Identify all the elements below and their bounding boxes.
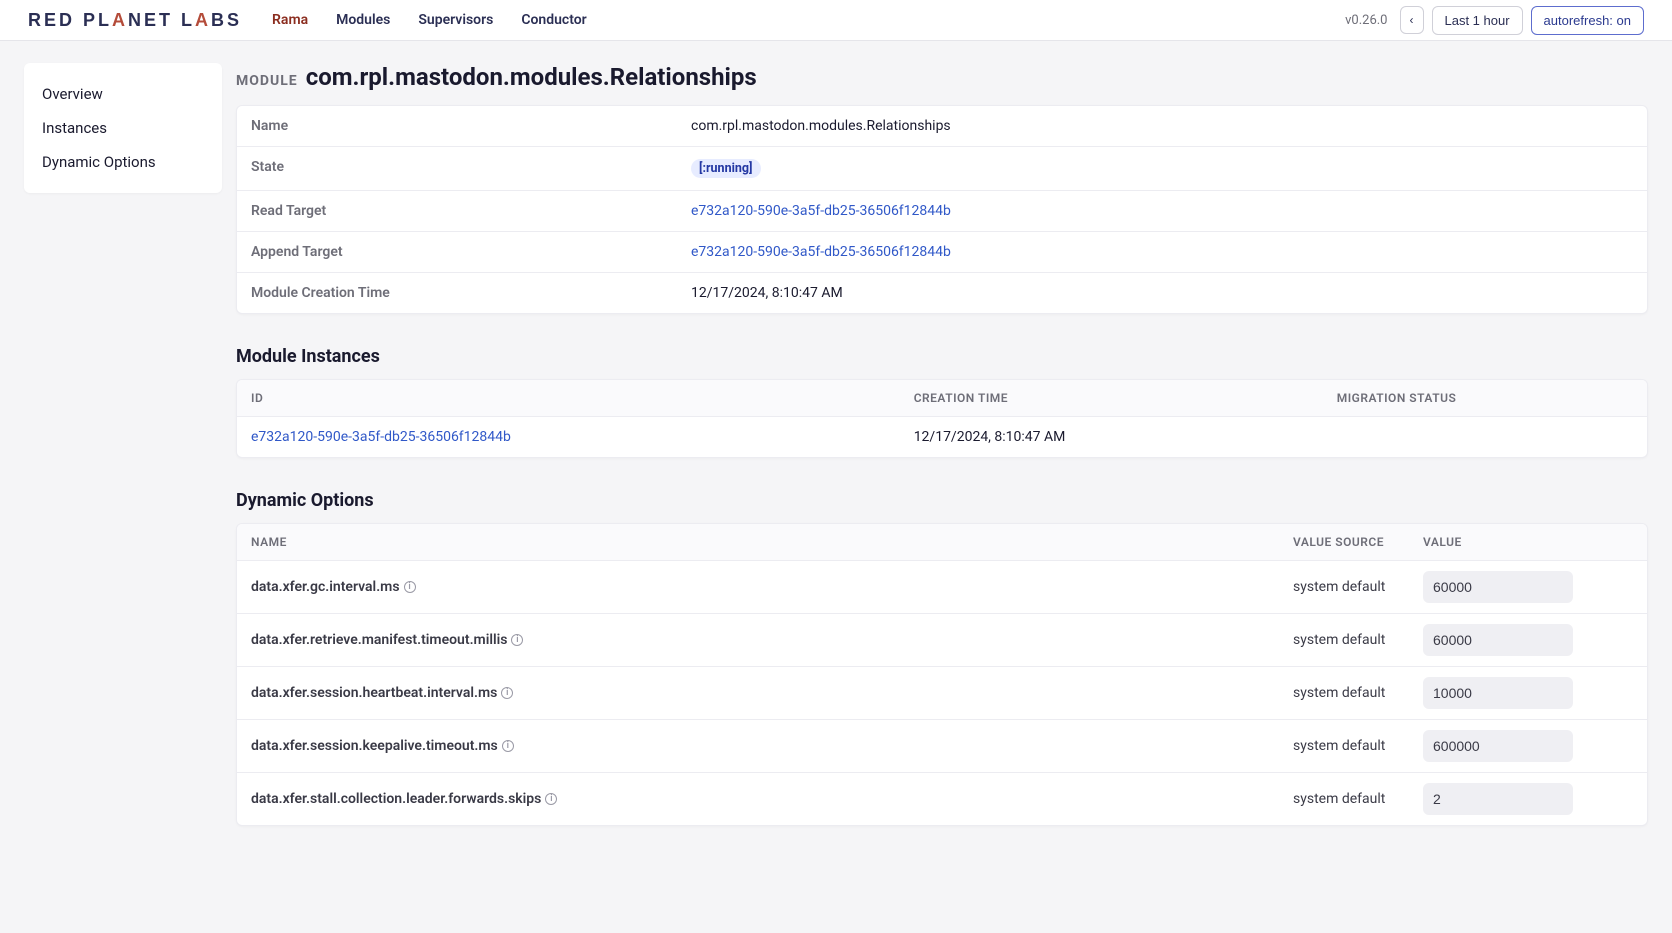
option-row: data.xfer.session.heartbeat.interval.msi… (237, 666, 1647, 719)
option-value-cell (1423, 783, 1633, 815)
kv-value: com.rpl.mastodon.modules.Relationships (677, 106, 1647, 146)
kv-key: Module Creation Time (237, 273, 677, 313)
options-col-value: VALUE (1423, 535, 1633, 549)
instances-table: ID CREATION TIME MIGRATION STATUS e732a1… (237, 380, 1647, 457)
kv-value: [:running] (677, 147, 1647, 190)
info-icon[interactable]: i (502, 740, 514, 752)
instances-card: ID CREATION TIME MIGRATION STATUS e732a1… (236, 379, 1648, 458)
kv-row: Module Creation Time12/17/2024, 8:10:47 … (237, 272, 1647, 313)
option-name: data.xfer.session.keepalive.timeout.msi (251, 738, 1283, 754)
options-col-name: NAME (251, 535, 1283, 549)
instances-col-created: CREATION TIME (900, 380, 1323, 417)
kv-row: Append Target e732a120-590e-3a5f-db25-365… (237, 231, 1647, 272)
autorefresh-toggle[interactable]: autorefresh: on (1531, 6, 1644, 35)
kv-key: Name (237, 106, 677, 146)
nav-conductor[interactable]: Conductor (521, 12, 586, 28)
option-value-input[interactable] (1423, 783, 1573, 815)
kv-key: Append Target (237, 232, 677, 272)
options-heading: Dynamic Options (236, 490, 1648, 511)
topbar: RED PLANET LABS Rama Modules Supervisors… (0, 0, 1672, 41)
option-source: system default (1293, 685, 1413, 701)
kv-link[interactable]: e732a120-590e-3a5f-db25-36506f12844b (691, 203, 951, 219)
instance-id-link[interactable]: e732a120-590e-3a5f-db25-36506f12844b (251, 429, 511, 445)
options-header-row: NAME VALUE SOURCE VALUE (237, 524, 1647, 560)
sidebar: Overview Instances Dynamic Options (24, 63, 222, 193)
instances-heading: Module Instances (236, 346, 1648, 367)
page-title-kicker: MODULE (236, 73, 298, 89)
option-value-cell (1423, 677, 1633, 709)
option-value-cell (1423, 730, 1633, 762)
cell-created: 12/17/2024, 8:10:47 AM (900, 417, 1323, 458)
option-name: data.xfer.retrieve.manifest.timeout.mill… (251, 632, 1283, 648)
state-badge: [:running] (691, 159, 761, 178)
main-nav: Rama Modules Supervisors Conductor (272, 12, 587, 28)
main-content: MODULE com.rpl.mastodon.modules.Relation… (236, 63, 1648, 858)
page-title: MODULE com.rpl.mastodon.modules.Relation… (236, 63, 1648, 91)
kv-value: 12/17/2024, 8:10:47 AM (677, 273, 1647, 313)
page-title-text: com.rpl.mastodon.modules.Relationships (306, 63, 757, 91)
option-name: data.xfer.stall.collection.leader.forwar… (251, 791, 1283, 807)
option-value-input[interactable] (1423, 677, 1573, 709)
sidebar-item-overview[interactable]: Overview (24, 77, 222, 111)
options-card: NAME VALUE SOURCE VALUE data.xfer.gc.int… (236, 523, 1648, 826)
options-col-source: VALUE SOURCE (1293, 535, 1413, 549)
sidebar-item-instances[interactable]: Instances (24, 111, 222, 145)
nav-supervisors[interactable]: Supervisors (418, 12, 493, 28)
option-source: system default (1293, 791, 1413, 807)
option-row: data.xfer.retrieve.manifest.timeout.mill… (237, 613, 1647, 666)
page-body: Overview Instances Dynamic Options MODUL… (0, 41, 1672, 898)
option-value-cell (1423, 624, 1633, 656)
option-row: data.xfer.gc.interval.msi system default (237, 560, 1647, 613)
option-name: data.xfer.session.heartbeat.interval.msi (251, 685, 1283, 701)
nav-rama[interactable]: Rama (272, 12, 308, 28)
info-icon[interactable]: i (511, 634, 523, 646)
time-range-prev-button[interactable]: ‹ (1400, 6, 1424, 34)
kv-value: e732a120-590e-3a5f-db25-36506f12844b (677, 232, 1647, 272)
kv-value: e732a120-590e-3a5f-db25-36506f12844b (677, 191, 1647, 231)
kv-row: State [:running] (237, 146, 1647, 190)
kv-key: Read Target (237, 191, 677, 231)
kv-row: Read Target e732a120-590e-3a5f-db25-36506… (237, 190, 1647, 231)
info-icon[interactable]: i (404, 581, 416, 593)
time-range-button[interactable]: Last 1 hour (1432, 6, 1523, 35)
info-icon[interactable]: i (545, 793, 557, 805)
option-value-input[interactable] (1423, 571, 1573, 603)
option-source: system default (1293, 632, 1413, 648)
option-value-cell (1423, 571, 1633, 603)
module-info-card: Namecom.rpl.mastodon.modules.Relationshi… (236, 105, 1648, 314)
topbar-right: v0.26.0 ‹ Last 1 hour autorefresh: on (1345, 6, 1644, 35)
kv-key: State (237, 147, 677, 190)
instances-col-id: ID (237, 380, 900, 417)
option-row: data.xfer.stall.collection.leader.forwar… (237, 772, 1647, 825)
instances-col-migration: MIGRATION STATUS (1323, 380, 1647, 417)
option-value-input[interactable] (1423, 624, 1573, 656)
option-name: data.xfer.gc.interval.msi (251, 579, 1283, 595)
kv-link[interactable]: e732a120-590e-3a5f-db25-36506f12844b (691, 244, 951, 260)
option-value-input[interactable] (1423, 730, 1573, 762)
sidebar-item-dynamic-options[interactable]: Dynamic Options (24, 145, 222, 179)
cell-id: e732a120-590e-3a5f-db25-36506f12844b (237, 417, 900, 458)
option-row: data.xfer.session.keepalive.timeout.msi s… (237, 719, 1647, 772)
chevron-left-icon: ‹ (1410, 13, 1414, 27)
info-icon[interactable]: i (501, 687, 513, 699)
nav-modules[interactable]: Modules (336, 12, 390, 28)
option-source: system default (1293, 738, 1413, 754)
option-source: system default (1293, 579, 1413, 595)
table-row: e732a120-590e-3a5f-db25-36506f12844b 12/1… (237, 417, 1647, 458)
version-label: v0.26.0 (1345, 13, 1387, 28)
brand-logo: RED PLANET LABS (28, 10, 242, 31)
cell-migration (1323, 417, 1647, 458)
kv-row: Namecom.rpl.mastodon.modules.Relationshi… (237, 106, 1647, 146)
